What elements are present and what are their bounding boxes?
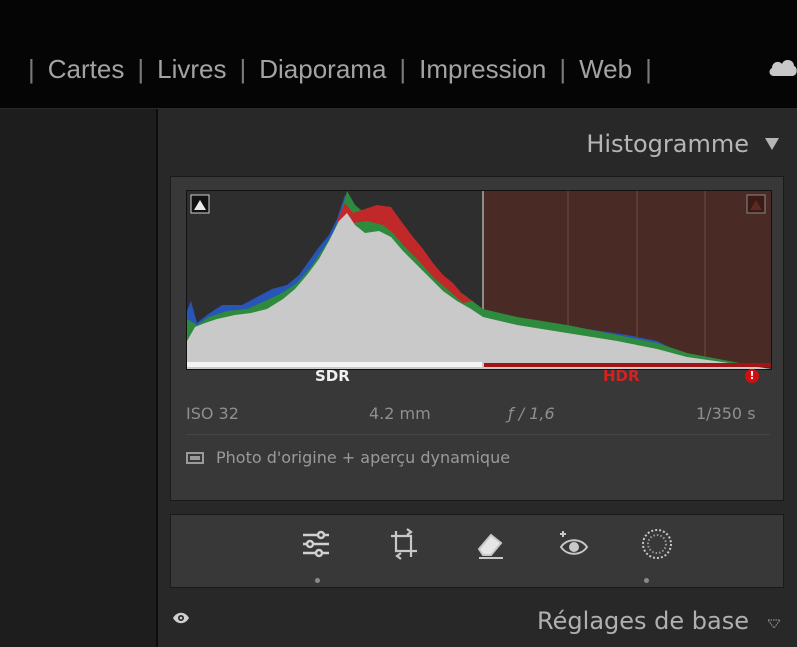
crop-icon[interactable]: [387, 527, 421, 561]
left-panel: [0, 109, 156, 647]
collapse-triangle-icon[interactable]: [767, 619, 781, 629]
exif-aperture: ƒ / 1,6: [508, 404, 555, 423]
histogram-title: Histogramme: [586, 130, 749, 158]
sdr-hdr-legend: SDR HDR !: [187, 362, 771, 385]
hdr-warning-icon[interactable]: !: [745, 369, 759, 383]
tool-active-dot: [315, 578, 320, 583]
exif-iso: ISO 32: [186, 404, 239, 423]
photo-frame-icon: [186, 451, 204, 464]
sdr-label: SDR: [315, 367, 350, 385]
histogram-plot: [186, 190, 772, 370]
histogram-panel: SDR HDR ! ISO 32 4.2 mm ƒ / 1,6 1/350 s …: [170, 176, 784, 501]
preview-mode-label: Photo d'origine + aperçu dynamique: [216, 448, 511, 467]
module-separator: |: [645, 53, 652, 84]
basic-panel-header[interactable]: Réglages de base: [158, 601, 797, 647]
module-separator: |: [399, 53, 407, 84]
mask-icon[interactable]: [640, 527, 674, 561]
preview-mode-row[interactable]: Photo d'origine + aperçu dynamique: [186, 448, 510, 467]
module-list: | Cartes | Livres | Diaporama | Impressi…: [15, 49, 665, 89]
module-diaporama[interactable]: Diaporama: [259, 54, 386, 85]
module-separator: |: [559, 53, 567, 84]
exif-shutter-speed: 1/350 s: [696, 404, 756, 423]
eraser-icon[interactable]: [473, 527, 507, 561]
module-separator: |: [239, 53, 247, 84]
histogram-separator: [186, 434, 770, 435]
histogram-header[interactable]: Histogramme: [586, 130, 779, 158]
sliders-icon[interactable]: [299, 527, 333, 561]
module-separator: |: [28, 53, 35, 84]
module-separator: |: [137, 53, 145, 84]
module-livres[interactable]: Livres: [157, 54, 226, 85]
module-web[interactable]: Web: [579, 54, 632, 85]
right-panel: Histogramme SDR HDR ! ISO 32 4.2 mm ƒ / …: [158, 109, 797, 647]
eye-icon[interactable]: [172, 611, 190, 625]
cloud-icon[interactable]: [768, 54, 797, 80]
redeye-icon[interactable]: [557, 527, 591, 561]
tool-active-dot: [644, 578, 649, 583]
module-impression[interactable]: Impression: [419, 54, 546, 85]
tool-strip: [170, 514, 784, 588]
module-picker-bar: | Cartes | Livres | Diaporama | Impressi…: [0, 0, 797, 109]
collapse-triangle-icon[interactable]: [765, 138, 779, 150]
basic-panel-title: Réglages de base: [537, 607, 749, 635]
exif-focal-length: 4.2 mm: [369, 404, 431, 423]
module-cartes[interactable]: Cartes: [48, 54, 125, 85]
hdr-label: HDR: [603, 367, 640, 385]
